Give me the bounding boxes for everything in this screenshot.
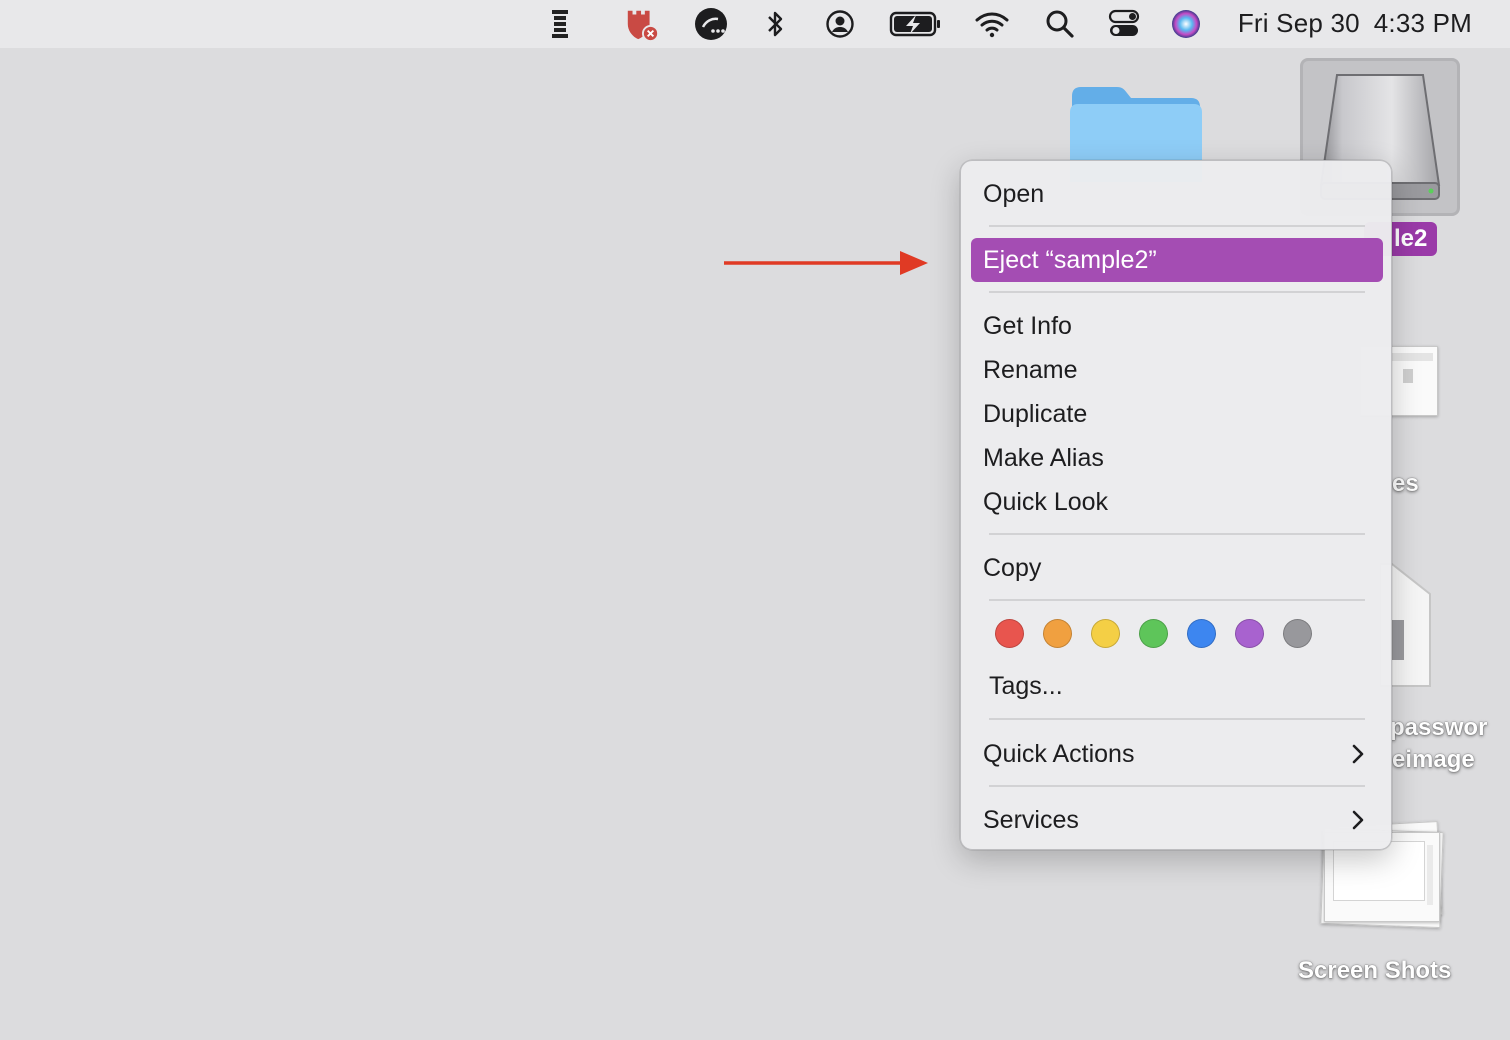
desktop-item-label[interactable]: passwor xyxy=(1390,714,1487,742)
screenshot-window xyxy=(1333,841,1425,901)
menu-separator xyxy=(989,718,1365,720)
menu-separator xyxy=(989,599,1365,601)
chevron-right-icon xyxy=(1352,810,1364,830)
castle-alert-icon[interactable] xyxy=(624,6,660,42)
tag-color-row xyxy=(995,619,1312,649)
menu-item-label: Make Alias xyxy=(983,444,1104,472)
clock-time: 4:33 PM xyxy=(1373,8,1472,38)
menu-item-duplicate[interactable]: Duplicate xyxy=(971,392,1383,436)
menu-item-copy[interactable]: Copy xyxy=(971,546,1383,590)
menu-bar-clock[interactable]: Fri Sep 30 4:33 PM xyxy=(1238,0,1472,48)
menu-item-label: Services xyxy=(983,806,1079,834)
desktop-item-label[interactable]: eimage xyxy=(1392,746,1475,774)
tag-purple-button[interactable] xyxy=(1235,619,1264,648)
menu-item-eject[interactable]: Eject “sample2” xyxy=(971,238,1383,282)
context-menu: Open Eject “sample2” Get Info Rename Dup… xyxy=(960,160,1392,850)
menu-separator xyxy=(989,291,1365,293)
desktop-item-label-screenshots[interactable]: Screen Shots xyxy=(1298,957,1451,985)
battery-charging-icon[interactable] xyxy=(888,6,942,42)
remote-session-icon[interactable] xyxy=(693,6,729,42)
menu-item-label: Quick Look xyxy=(983,488,1109,516)
menu-separator xyxy=(989,785,1365,787)
wifi-icon[interactable] xyxy=(974,6,1010,42)
tag-blue-button[interactable] xyxy=(1187,619,1216,648)
thumbnail-content xyxy=(1403,369,1413,383)
menu-separator xyxy=(989,225,1365,227)
menu-item-tags[interactable]: Tags... xyxy=(971,664,1383,708)
menu-item-label: Duplicate xyxy=(983,400,1088,428)
control-center-icon[interactable] xyxy=(1104,6,1144,42)
menu-item-quick-look[interactable]: Quick Look xyxy=(971,480,1383,524)
menu-item-make-alias[interactable]: Make Alias xyxy=(971,436,1383,480)
menu-item-label: Open xyxy=(983,180,1045,208)
menu-item-label: Rename xyxy=(983,356,1078,384)
clock-date: Fri Sep 30 xyxy=(1237,8,1360,38)
tag-orange-button[interactable] xyxy=(1043,619,1072,648)
menu-item-quick-actions[interactable]: Quick Actions xyxy=(971,732,1383,776)
search-icon[interactable] xyxy=(1042,6,1078,42)
tag-green-button[interactable] xyxy=(1139,619,1168,648)
siri-icon[interactable] xyxy=(1168,6,1204,42)
menu-bar: Fri Sep 30 4:33 PM xyxy=(0,0,1510,48)
menu-item-label: Copy xyxy=(983,554,1042,582)
menu-item-open[interactable]: Open xyxy=(971,172,1383,216)
menu-item-services[interactable]: Services xyxy=(971,798,1383,842)
battery-tower-icon[interactable] xyxy=(542,6,578,42)
menu-item-label: Quick Actions xyxy=(983,740,1135,768)
tag-red-button[interactable] xyxy=(995,619,1024,648)
tag-gray-button[interactable] xyxy=(1283,619,1312,648)
chevron-right-icon xyxy=(1352,744,1364,764)
menu-item-rename[interactable]: Rename xyxy=(971,348,1383,392)
menu-item-label: Tags... xyxy=(989,672,1063,700)
screenshot-sidebar xyxy=(1427,845,1433,905)
menu-item-label: Get Info xyxy=(983,312,1072,340)
menu-separator xyxy=(989,533,1365,535)
bluetooth-icon[interactable] xyxy=(757,6,793,42)
desktop-item-label[interactable]: es xyxy=(1392,470,1419,498)
red-arrow-annotation xyxy=(724,251,928,275)
menu-item-label: Eject “sample2” xyxy=(983,246,1157,274)
menu-item-get-info[interactable]: Get Info xyxy=(971,304,1383,348)
tag-yellow-button[interactable] xyxy=(1091,619,1120,648)
user-account-icon[interactable] xyxy=(822,6,858,42)
